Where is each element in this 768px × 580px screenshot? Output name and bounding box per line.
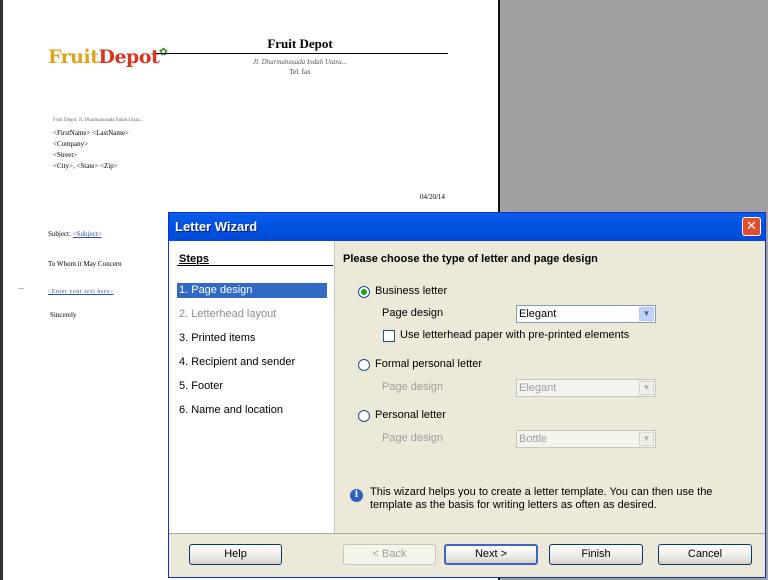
letterhead-checkbox-label[interactable]: Use letterhead paper with pre-printed el… — [400, 329, 629, 341]
step-name-and-location[interactable]: 6. Name and location — [177, 403, 327, 418]
page-design-panel: Please choose the type of letter and pag… — [335, 241, 765, 533]
subject-field[interactable]: <Subject> — [73, 230, 102, 238]
step-page-design[interactable]: 1. Page design — [177, 283, 327, 298]
formal-page-design-label: Page design — [382, 381, 444, 393]
panel-heading: Please choose the type of letter and pag… — [343, 253, 598, 265]
company-address-line1: Jl. Dharmahusada Indah Utara... — [253, 58, 347, 66]
step-recipient-and-sender[interactable]: 4. Recipient and sender — [177, 355, 327, 370]
dialog-title: Letter Wizard — [175, 219, 258, 234]
step-letterhead-layout[interactable]: 2. Letterhead layout — [177, 307, 327, 322]
chevron-down-icon: ▼ — [639, 432, 654, 446]
company-name: Fruit Depot — [267, 36, 333, 51]
steps-divider — [177, 265, 333, 266]
steps-panel: Steps 1. Page design 2. Letterhead layou… — [169, 241, 335, 533]
business-letter-label[interactable]: Business letter — [375, 285, 447, 297]
body-text-field[interactable]: <Enter your text here> — [48, 289, 114, 295]
recipient-street-field[interactable]: <Street> — [53, 151, 77, 159]
letterhead-rule — [156, 53, 448, 54]
info-text: This wizard helps you to create a letter… — [370, 486, 713, 511]
formal-personal-letter-radio[interactable] — [358, 359, 370, 371]
recipient-name-field[interactable]: <FirstName> <LastName> — [53, 129, 129, 137]
chevron-down-icon[interactable]: ▼ — [639, 307, 654, 321]
cancel-button[interactable]: Cancel — [658, 544, 752, 565]
business-page-design-value: Elegant — [519, 308, 557, 320]
help-button[interactable]: Help — [189, 544, 282, 565]
personal-letter-label[interactable]: Personal letter — [375, 409, 446, 421]
chevron-down-icon: ▼ — [639, 381, 654, 395]
step-footer[interactable]: 5. Footer — [177, 379, 327, 394]
subject-line: Subject: <Subject> — [48, 230, 102, 238]
footer-divider — [169, 533, 765, 534]
finish-button[interactable]: Finish — [549, 544, 643, 565]
back-button[interactable]: < Back — [343, 544, 436, 565]
business-page-design-select[interactable]: Elegant ▼ — [516, 305, 656, 323]
salutation: To Whom it May Concern — [48, 260, 122, 268]
company-address-line2: Tel. fax — [289, 68, 311, 76]
close-icon[interactable]: ✕ — [742, 217, 761, 236]
sender-address-line: Fruit Depot, Jl. Dharmahusada Indah Utar… — [53, 118, 144, 123]
letterhead-checkbox[interactable] — [383, 330, 395, 342]
letter-wizard-dialog: Letter Wizard ✕ Steps 1. Page design 2. … — [168, 212, 766, 578]
letter-date: 04/20/14 — [420, 193, 445, 201]
subject-label: Subject: — [48, 230, 71, 238]
dialog-titlebar[interactable]: Letter Wizard ✕ — [169, 213, 765, 241]
formal-personal-letter-label[interactable]: Formal personal letter — [375, 358, 482, 370]
steps-heading: Steps — [179, 253, 209, 265]
closing: Sincerely — [50, 311, 77, 319]
personal-page-design-value: Bottle — [519, 433, 548, 445]
margin-marker — [18, 288, 24, 289]
recipient-city-field[interactable]: <City>, <State> <Zip> — [53, 162, 118, 170]
business-page-design-label: Page design — [382, 307, 444, 319]
personal-page-design-select[interactable]: Bottle ▼ — [516, 430, 656, 448]
recipient-company-field[interactable]: <Company> — [53, 140, 88, 148]
business-letter-radio[interactable] — [358, 286, 370, 298]
formal-page-design-select[interactable]: Elegant ▼ — [516, 379, 656, 397]
personal-letter-radio[interactable] — [358, 410, 370, 422]
next-button[interactable]: Next > — [444, 544, 538, 565]
formal-page-design-value: Elegant — [519, 382, 557, 394]
personal-page-design-label: Page design — [382, 432, 444, 444]
step-printed-items[interactable]: 3. Printed items — [177, 331, 327, 346]
logo-text-fruit: Fruit — [48, 46, 99, 68]
document-left-edge — [0, 0, 3, 580]
info-icon: i — [350, 489, 363, 502]
